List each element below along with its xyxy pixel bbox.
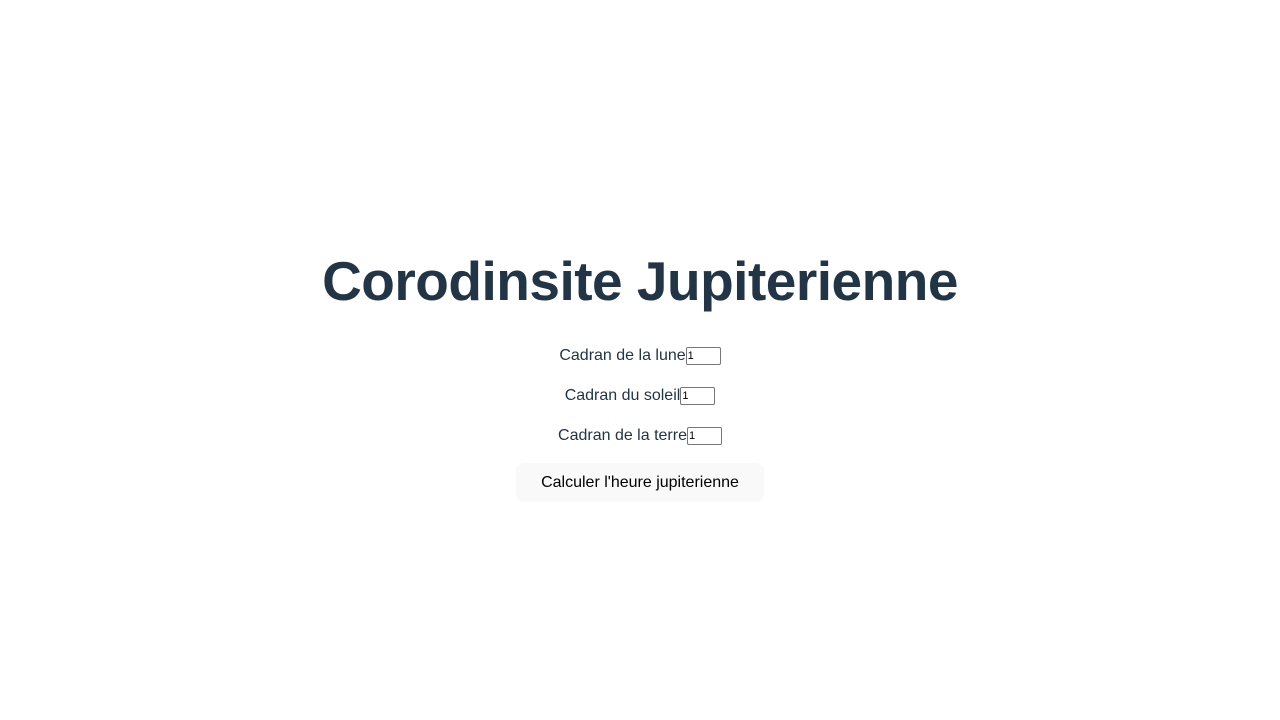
earth-dial-input[interactable] <box>686 427 722 445</box>
sun-dial-row: Cadran du soleil <box>0 385 1280 407</box>
moon-dial-row: Cadran de la lune <box>0 345 1280 367</box>
earth-dial-row: Cadran de la terre <box>0 425 1280 447</box>
sun-dial-input[interactable] <box>680 387 716 405</box>
moon-dial-input[interactable] <box>685 347 721 365</box>
sun-dial-label: Cadran du soleil <box>564 387 681 404</box>
moon-dial-label: Cadran de la lune <box>559 347 686 364</box>
page-title: Corodinsite Jupiterienne <box>322 250 958 312</box>
calculate-button[interactable]: Calculer l'heure jupiterienne <box>516 463 764 502</box>
earth-dial-label: Cadran de la terre <box>558 427 687 444</box>
